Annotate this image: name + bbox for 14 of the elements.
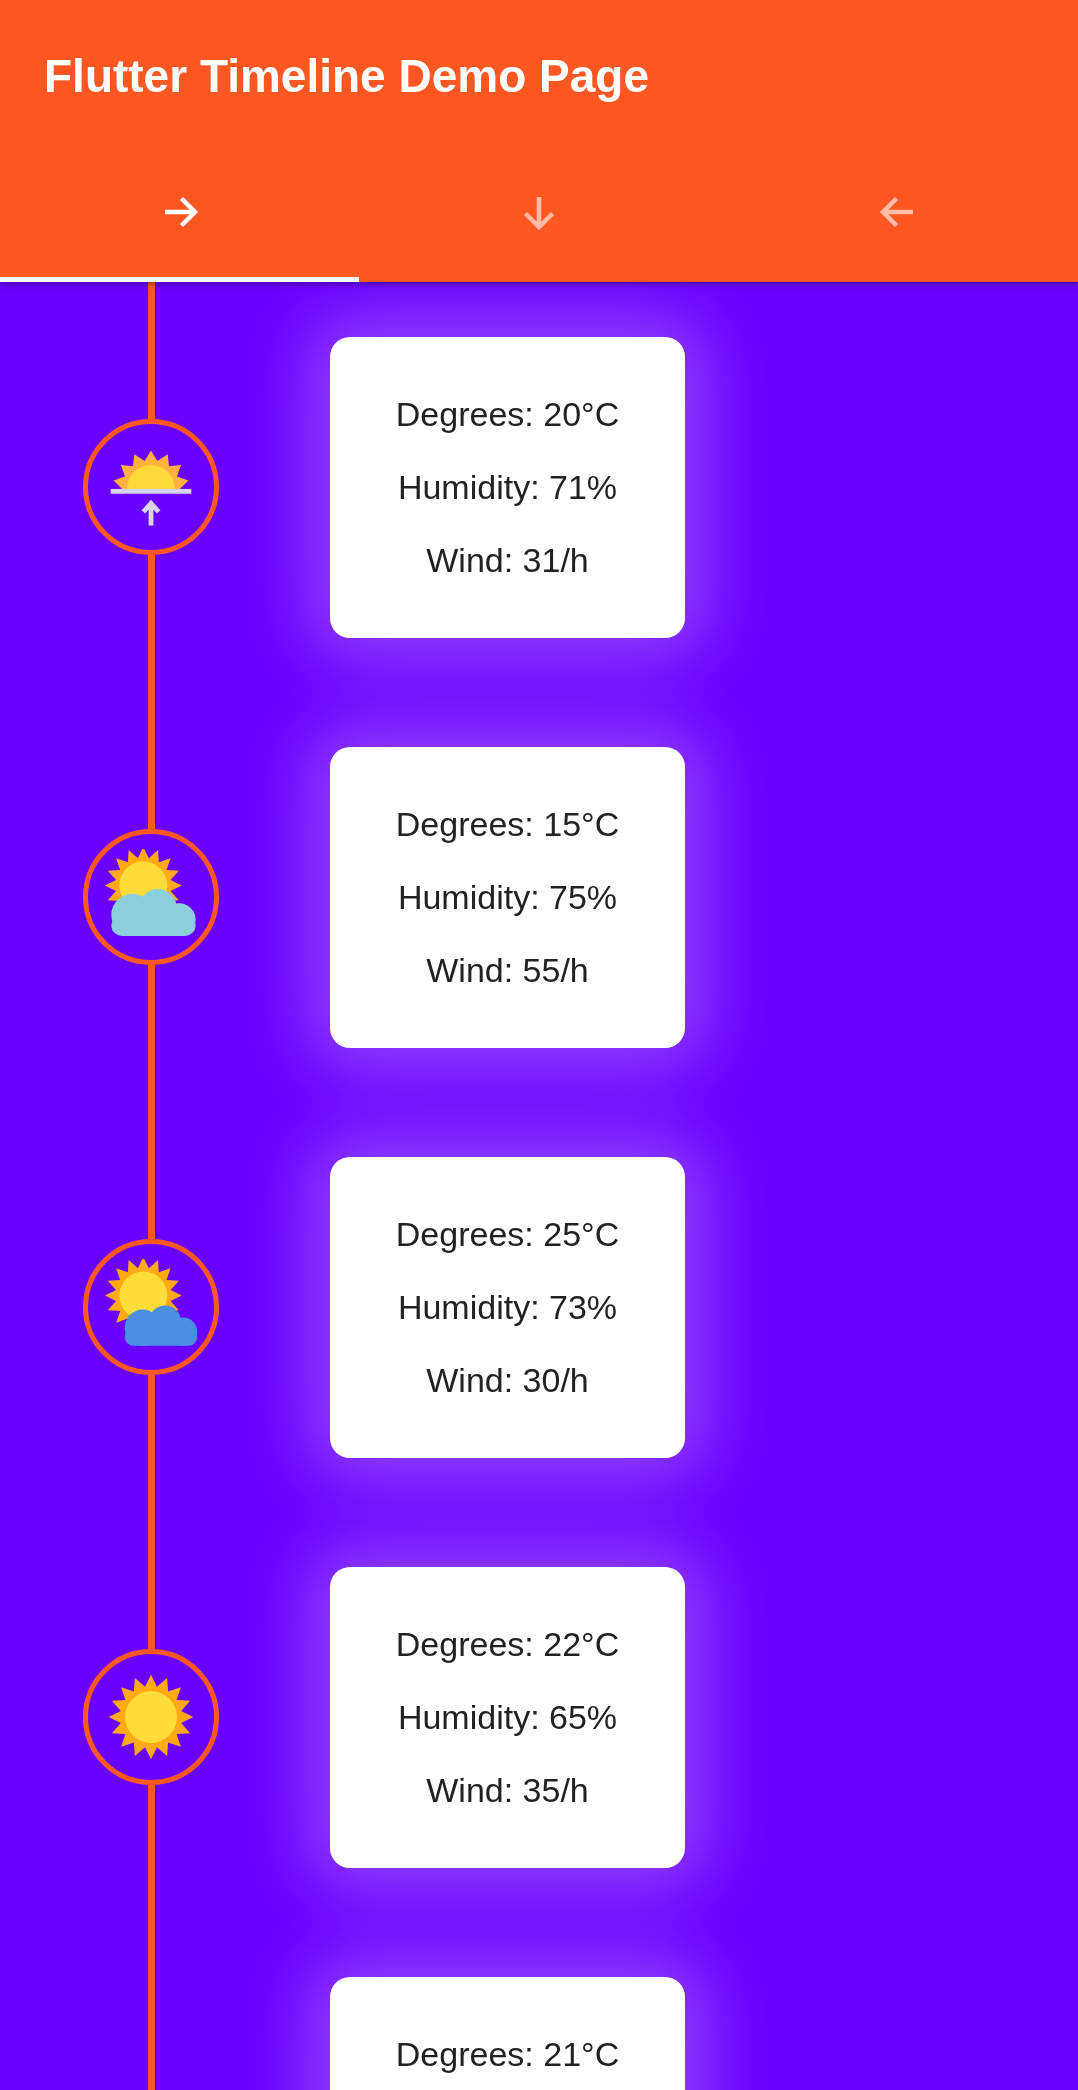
weather-text: Degrees: 22°C bbox=[395, 1623, 620, 1665]
weather-text: Wind: 30/h bbox=[426, 1359, 589, 1401]
weather-text: Degrees: 21°C bbox=[395, 2033, 620, 2075]
weather-text: Degrees: 15°C bbox=[395, 803, 620, 845]
app-title: Flutter Timeline Demo Page bbox=[43, 49, 650, 104]
weather-text: Wind: 31/h bbox=[426, 539, 589, 581]
weather-text: Humidity: 75% bbox=[397, 876, 618, 918]
weather-text: Humidity: 65% bbox=[397, 1696, 618, 1738]
weather-text: Humidity: 73% bbox=[397, 1286, 618, 1328]
weather-text: Wind: 35/h bbox=[426, 1769, 589, 1811]
weather-text: Degrees: 25°C bbox=[395, 1213, 620, 1255]
weather-text: Humidity: 71% bbox=[397, 466, 618, 508]
weather-text: Degrees: 20°C bbox=[395, 393, 620, 435]
weather-text: Wind: 55/h bbox=[426, 949, 589, 991]
